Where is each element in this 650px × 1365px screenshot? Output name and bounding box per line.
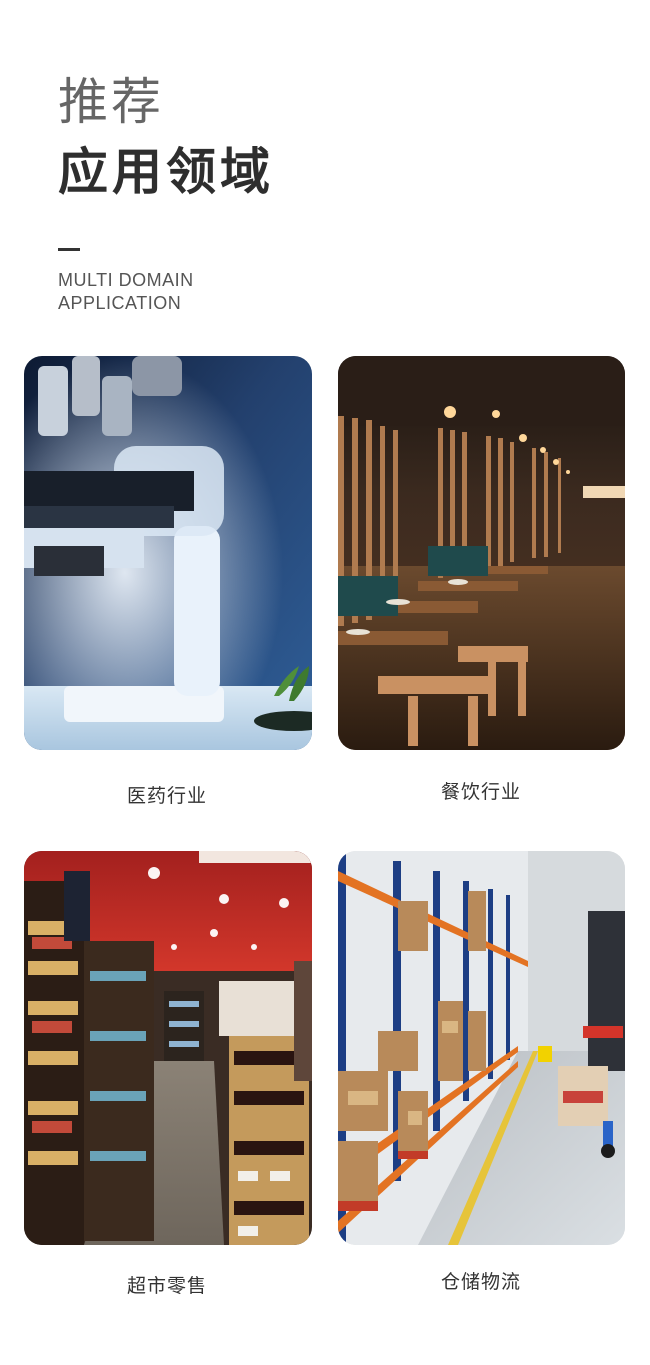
- domain-label-medical: 医药行业: [126, 785, 207, 807]
- section-header: 推荐 应用领域: [58, 72, 578, 202]
- domain-card-restaurant[interactable]: [338, 356, 625, 750]
- section-title-light: 推荐: [58, 73, 164, 131]
- microscope-photo: [24, 356, 312, 750]
- title-divider: [58, 248, 80, 251]
- warehouse-photo: [338, 851, 625, 1245]
- supermarket-photo: [24, 851, 312, 1245]
- domain-label-restaurant: 餐饮行业: [440, 781, 521, 803]
- subtitle-line-1: MULTI DOMAIN: [58, 270, 194, 290]
- restaurant-photo: [338, 356, 625, 750]
- domain-card-supermarket[interactable]: [24, 851, 312, 1245]
- domain-card-medical[interactable]: [24, 356, 312, 750]
- section-title-bold: 应用领域: [58, 143, 274, 201]
- section-subtitle: MULTI DOMAIN APPLICATION: [58, 269, 194, 315]
- domain-label-warehouse: 仓储物流: [440, 1271, 521, 1293]
- domain-card-warehouse[interactable]: [338, 851, 625, 1245]
- domain-label-supermarket: 超市零售: [126, 1275, 207, 1297]
- subtitle-line-2: APPLICATION: [58, 293, 182, 313]
